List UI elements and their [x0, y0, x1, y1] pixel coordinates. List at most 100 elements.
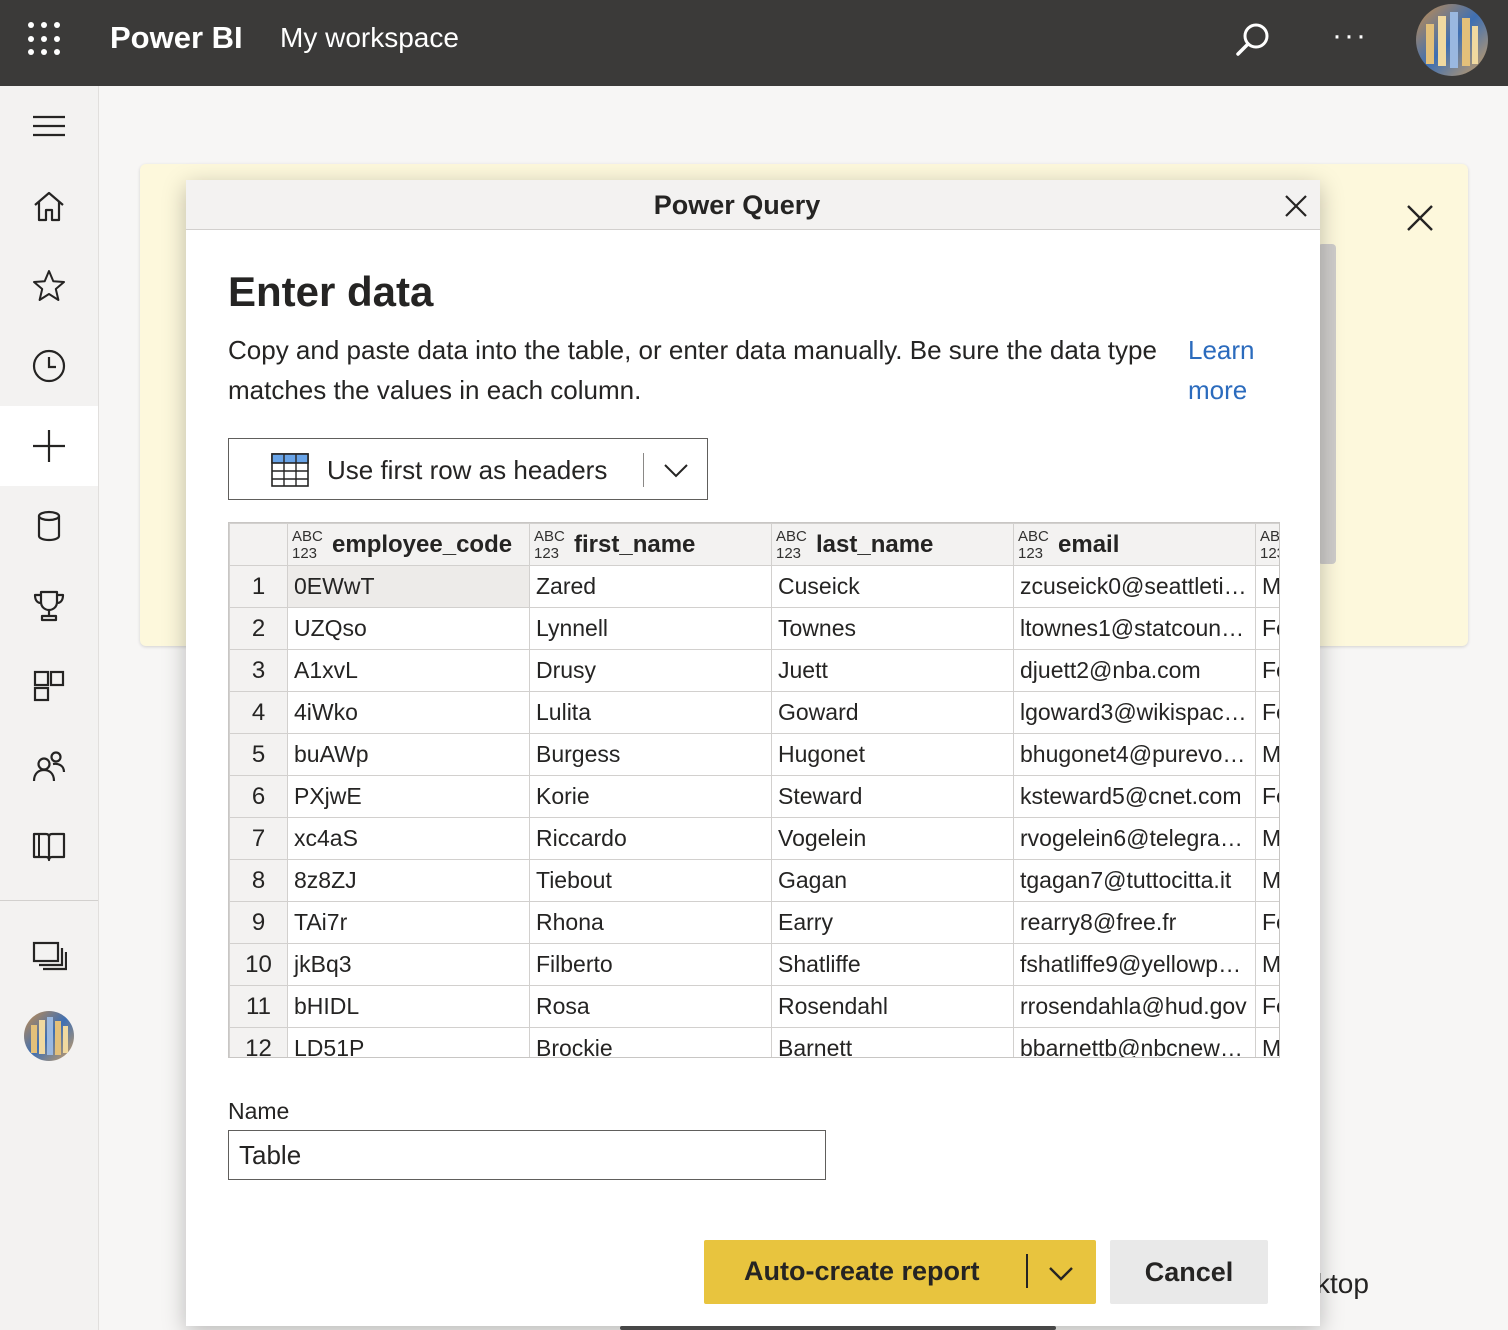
- table-cell[interactable]: Juett: [771, 649, 1014, 692]
- chevron-down-icon[interactable]: [1046, 1258, 1076, 1288]
- table-cell[interactable]: Rosa: [529, 985, 772, 1028]
- cancel-button[interactable]: Cancel: [1110, 1240, 1268, 1304]
- name-input[interactable]: [228, 1130, 826, 1180]
- table-cell[interactable]: Zared: [529, 565, 772, 608]
- table-cell[interactable]: lgoward3@wikispace...: [1013, 691, 1256, 734]
- close-icon[interactable]: [1278, 188, 1314, 224]
- type-any-icon[interactable]: ABC123: [1260, 528, 1279, 562]
- nav-my-workspace[interactable]: [0, 996, 98, 1076]
- table-cell[interactable]: M: [1255, 565, 1279, 608]
- type-any-icon[interactable]: ABC123: [776, 528, 816, 562]
- row-number[interactable]: 3: [229, 649, 288, 692]
- table-cell[interactable]: M: [1255, 1027, 1279, 1057]
- table-cell[interactable]: ksteward5@cnet.com: [1013, 775, 1256, 818]
- row-number[interactable]: 12: [229, 1027, 288, 1057]
- table-cell[interactable]: Burgess: [529, 733, 772, 776]
- row-number[interactable]: 11: [229, 985, 288, 1028]
- column-header-last-name[interactable]: ABC 123 last_name: [771, 523, 1014, 566]
- table-cell[interactable]: A1xvL: [287, 649, 530, 692]
- table-cell[interactable]: rvogelein6@telegrap...: [1013, 817, 1256, 860]
- nav-recent[interactable]: [0, 326, 98, 406]
- table-cell[interactable]: 0EWwT: [287, 565, 530, 608]
- row-number[interactable]: 5: [229, 733, 288, 776]
- account-avatar[interactable]: [1416, 4, 1488, 76]
- auto-create-report-button[interactable]: Auto-create report: [704, 1240, 1096, 1304]
- table-cell[interactable]: xc4aS: [287, 817, 530, 860]
- table-cell[interactable]: Drusy: [529, 649, 772, 692]
- table-cell[interactable]: Fe: [1255, 985, 1279, 1028]
- table-cell[interactable]: tgagan7@tuttocitta.it: [1013, 859, 1256, 902]
- banner-close-icon[interactable]: [1398, 196, 1442, 240]
- more-icon[interactable]: ···: [1326, 18, 1374, 66]
- table-cell[interactable]: bHIDL: [287, 985, 530, 1028]
- nav-favorites[interactable]: [0, 246, 98, 326]
- nav-datasets[interactable]: [0, 486, 98, 566]
- row-number[interactable]: 1: [229, 565, 288, 608]
- table-cell[interactable]: Shatliffe: [771, 943, 1014, 986]
- nav-apps[interactable]: [0, 646, 98, 726]
- table-cell[interactable]: Fe: [1255, 901, 1279, 944]
- table-cell[interactable]: Barnett: [771, 1027, 1014, 1057]
- table-cell[interactable]: Fe: [1255, 691, 1279, 734]
- row-number[interactable]: 10: [229, 943, 288, 986]
- type-any-icon[interactable]: ABC123: [292, 528, 332, 562]
- nav-home[interactable]: [0, 166, 98, 246]
- table-cell[interactable]: PXjwE: [287, 775, 530, 818]
- table-cell[interactable]: M: [1255, 859, 1279, 902]
- data-grid[interactable]: ABC 123 employee_code ABC 123 first_name ABC…: [228, 522, 1280, 1058]
- nav-create[interactable]: [0, 406, 98, 486]
- table-cell[interactable]: 4iWko: [287, 691, 530, 734]
- horizontal-scrollbar[interactable]: [620, 1326, 1056, 1330]
- table-cell[interactable]: LD51P: [287, 1027, 530, 1057]
- table-cell[interactable]: ltownes1@statcounte...: [1013, 607, 1256, 650]
- row-number[interactable]: 8: [229, 859, 288, 902]
- table-cell[interactable]: Fe: [1255, 649, 1279, 692]
- nav-workspaces[interactable]: [0, 916, 98, 996]
- column-header-email[interactable]: ABC 123 email: [1013, 523, 1256, 566]
- table-cell[interactable]: TAi7r: [287, 901, 530, 944]
- table-cell[interactable]: Fe: [1255, 775, 1279, 818]
- search-icon[interactable]: [1228, 18, 1276, 66]
- table-cell[interactable]: rrosendahla@hud.gov: [1013, 985, 1256, 1028]
- table-cell[interactable]: Filberto: [529, 943, 772, 986]
- waffle-icon[interactable]: [28, 22, 62, 56]
- table-cell[interactable]: buAWp: [287, 733, 530, 776]
- table-cell[interactable]: Rhona: [529, 901, 772, 944]
- nav-learn[interactable]: [0, 806, 98, 886]
- headers-dropdown[interactable]: Use first row as headers: [228, 438, 708, 500]
- table-cell[interactable]: M: [1255, 943, 1279, 986]
- table-cell[interactable]: jkBq3: [287, 943, 530, 986]
- table-cell[interactable]: Goward: [771, 691, 1014, 734]
- table-cell[interactable]: bbarnettb@nbcnews....: [1013, 1027, 1256, 1057]
- table-cell[interactable]: M: [1255, 817, 1279, 860]
- row-number[interactable]: 7: [229, 817, 288, 860]
- table-cell[interactable]: Brockie: [529, 1027, 772, 1057]
- table-cell[interactable]: UZQso: [287, 607, 530, 650]
- table-cell[interactable]: Hugonet: [771, 733, 1014, 776]
- table-cell[interactable]: M: [1255, 733, 1279, 776]
- row-number[interactable]: 6: [229, 775, 288, 818]
- table-cell[interactable]: Steward: [771, 775, 1014, 818]
- column-header-employee-code[interactable]: ABC 123 employee_code: [287, 523, 530, 566]
- table-cell[interactable]: Vogelein: [771, 817, 1014, 860]
- table-cell[interactable]: Tiebout: [529, 859, 772, 902]
- table-cell[interactable]: Lynnell: [529, 607, 772, 650]
- column-header-partial[interactable]: ABC123: [1255, 523, 1279, 566]
- table-cell[interactable]: Lulita: [529, 691, 772, 734]
- learn-more-link[interactable]: Learn more: [1188, 330, 1278, 410]
- type-any-icon[interactable]: ABC123: [1018, 528, 1058, 562]
- table-cell[interactable]: zcuseick0@seattletim...: [1013, 565, 1256, 608]
- chevron-down-icon[interactable]: [661, 455, 691, 485]
- row-number[interactable]: 4: [229, 691, 288, 734]
- workspace-title[interactable]: My workspace: [280, 22, 459, 54]
- table-cell[interactable]: Townes: [771, 607, 1014, 650]
- column-header-first-name[interactable]: ABC 123 first_name: [529, 523, 772, 566]
- table-cell[interactable]: djuett2@nba.com: [1013, 649, 1256, 692]
- row-number[interactable]: 2: [229, 607, 288, 650]
- row-number[interactable]: 9: [229, 901, 288, 944]
- table-cell[interactable]: rearry8@free.fr: [1013, 901, 1256, 944]
- brand-name[interactable]: Power BI: [110, 20, 243, 56]
- table-cell[interactable]: Rosendahl: [771, 985, 1014, 1028]
- table-cell[interactable]: 8z8ZJ: [287, 859, 530, 902]
- table-cell[interactable]: Riccardo: [529, 817, 772, 860]
